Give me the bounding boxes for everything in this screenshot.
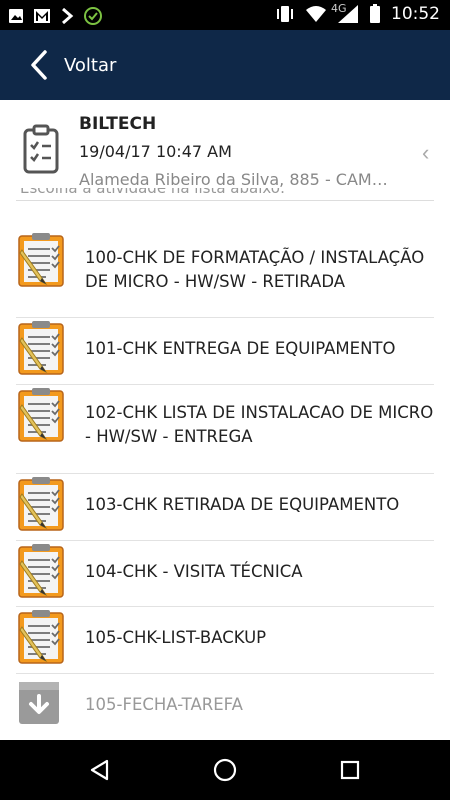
checklist-item[interactable]: 105-FECHA-TAREFA [0,674,450,740]
checklist-item[interactable]: 104-CHK - VISITA TÉCNICA [0,541,450,607]
checklist-item[interactable]: 102-CHK LISTA DE INSTALACAO DE MICRO - H… [0,385,450,474]
checklist: 100-CHK DE FORMATAÇÃO / INSTALAÇÃO DE MI… [0,230,450,740]
checklist-item-label: 105-CHK-LIST-BACKUP [85,628,267,647]
checklist-item[interactable]: 100-CHK DE FORMATAÇÃO / INSTALAÇÃO DE MI… [0,230,450,318]
check-circle-icon [84,7,102,25]
recents-square-icon [340,760,360,780]
image-icon [9,9,23,23]
archive-download-icon [16,680,62,731]
checklist-icon [16,543,68,604]
header-divider [16,200,434,201]
home-circle-icon [213,758,237,782]
checklist-icon [16,609,68,670]
task-header[interactable]: BILTECH 19/04/17 10:47 AM Alameda Ribeir… [0,100,450,200]
wifi-icon [306,6,326,22]
nav-back-button[interactable] [82,752,118,788]
chevron-left-icon [31,50,47,80]
cell-signal-icon: 4G [331,2,359,24]
checklist-item[interactable]: 103-CHK RETIRADA DE EQUIPAMENTO [0,474,450,541]
system-icons: 4G 10:52 [275,2,440,24]
checklist-item-label: 104-CHK - VISITA TÉCNICA [85,562,303,581]
company-name: BILTECH [79,114,157,134]
clipboard-icon [23,124,59,174]
chevron-right-icon [62,8,74,24]
status-bar: 4G 10:52 [0,0,450,30]
checklist-icon [16,476,68,537]
clock: 10:52 [391,4,440,24]
checklist-icon [16,387,68,448]
battery-icon [370,4,380,23]
checklist-item[interactable]: 105-CHK-LIST-BACKUP [0,607,450,674]
nav-home-button[interactable] [207,752,243,788]
back-button[interactable]: Voltar [30,30,116,100]
task-address: Alameda Ribeiro da Silva, 885 - CAM… [79,170,388,189]
notification-icons [8,6,103,26]
network-type: 4G [331,2,347,15]
checklist-item-label: 102-CHK LISTA DE INSTALACAO DE MICRO - H… [85,403,434,446]
app-bar: Voltar [0,30,450,100]
checklist-item-label: 105-FECHA-TAREFA [85,695,243,714]
gmail-icon [34,9,50,23]
checklist-item-label: 101-CHK ENTREGA DE EQUIPAMENTO [85,339,396,358]
chevron-left-small-icon[interactable]: ‹ [422,140,429,166]
checklist-icon [16,232,68,293]
navigation-bar [0,740,450,800]
checklist-item[interactable]: 101-CHK ENTREGA DE EQUIPAMENTO [0,318,450,385]
checklist-item-label: 103-CHK RETIRADA DE EQUIPAMENTO [85,495,400,514]
back-triangle-icon [90,759,109,781]
nav-recents-button[interactable] [332,752,368,788]
checklist-item-label: 100-CHK DE FORMATAÇÃO / INSTALAÇÃO DE MI… [85,248,425,291]
back-label: Voltar [64,54,117,76]
vibrate-icon [277,6,293,22]
checklist-icon [16,320,68,381]
task-datetime: 19/04/17 10:47 AM [79,142,232,161]
